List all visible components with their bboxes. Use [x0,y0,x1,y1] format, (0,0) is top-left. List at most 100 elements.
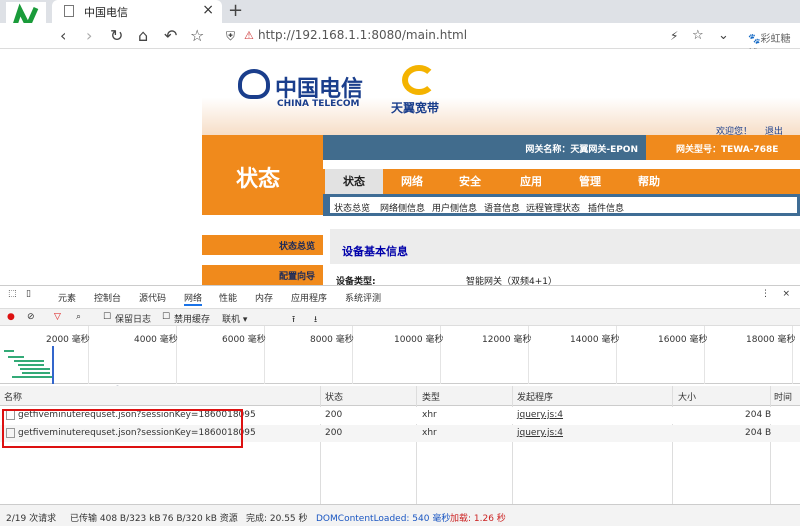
filter-icon[interactable]: ▽ [54,312,61,322]
devtools-panel: ⬚ ▯ 元素 控制台 源代码 网络 性能 内存 应用程序 系统评测 ⋮ × ● … [0,285,800,526]
tick-label: 18000 毫秒 [746,335,796,345]
device-type-value: 智能网关（双频4+1） [466,277,557,285]
header-initiator[interactable]: 发起程序 [517,390,553,403]
undo-icon[interactable]: ↶ [164,26,177,45]
tianyi-broadband: 天翼宽带 [391,101,440,115]
bookmark-star-icon[interactable]: ☆ [692,28,704,43]
tick-label: 8000 毫秒 [310,335,354,345]
back-icon[interactable]: ‹ [60,26,66,45]
header-time[interactable]: 时间 [774,390,792,403]
tick-label: 2000 毫秒 [46,335,90,345]
search-icon[interactable]: ⌕ [76,312,81,322]
tab-application[interactable]: 应用程序 [291,291,327,304]
reload-icon[interactable]: ↻ [110,26,123,45]
inspect-icon[interactable]: ⬚ [8,289,17,299]
record-icon[interactable]: ● [7,312,15,322]
preserve-log-checkbox[interactable]: ☐ [103,312,111,322]
status-title: 状态 [236,167,281,192]
device-icon[interactable]: ▯ [26,289,31,299]
forward-icon[interactable]: › [86,26,92,45]
request-count: 2/19 次请求 [6,514,57,524]
tick-label: 12000 毫秒 [482,335,532,345]
sub-voice-info[interactable]: 语音信息 [484,201,520,214]
content-title: 设备基本信息 [342,245,408,258]
tab-elements[interactable]: 元素 [58,291,76,304]
tab-title: 中国电信 [84,6,128,19]
request-table-header: 名称 状态 类型 发起程序 大小 时间 [0,386,800,406]
dom-content-loaded: DOMContentLoaded: 540 毫秒 [316,514,451,524]
header-size[interactable]: 大小 [678,390,696,403]
menu-help[interactable]: 帮助 [620,169,678,194]
throttle-value: 联机 [222,315,241,325]
sub-plugin-info[interactable]: 插件信息 [588,201,624,214]
browser-toolbar: ‹ › ↻ ⌂ ↶ ☆ ⛨ ⚠ http://192.168.1.1:8080/… [0,23,800,60]
tab-network[interactable]: 网络 [184,291,203,306]
header-type[interactable]: 类型 [422,390,440,403]
browser-tab[interactable]: 中国电信 × [52,0,222,23]
menu-security[interactable]: 安全 [441,169,499,194]
tab-sources[interactable]: 源代码 [139,291,166,304]
request-size: 204 B [745,428,772,438]
tab-memory[interactable]: 内存 [255,291,273,304]
request-status: 200 [325,428,343,438]
request-initiator[interactable]: jquery.js:4 [517,410,563,420]
preserve-log-label: 保留日志 [115,315,152,325]
request-type: xhr [422,428,437,438]
tab-audits[interactable]: 系统评测 [345,291,381,304]
home-icon[interactable]: ⌂ [138,26,148,45]
disable-cache-checkbox[interactable]: ☐ [162,312,170,322]
close-devtools-icon[interactable]: × [782,289,790,299]
throttle-select[interactable]: 联机 ▾ [222,312,247,325]
menu-manage[interactable]: 管理 [561,169,619,194]
china-telecom-en: CHINA TELECOM [277,99,360,109]
paw-icon: 🐾 [748,34,761,45]
new-tab-button[interactable]: + [228,0,243,21]
more-icon[interactable]: ⋮ [761,289,770,299]
left-menu-label: 配置向导 [278,272,315,282]
content-header: 设备基本信息 [330,229,800,264]
gateway-model-bar: 网关型号：TEWA-768E [646,135,800,160]
header-status[interactable]: 状态 [325,390,343,403]
sub-network-info[interactable]: 网络侧信息 [380,201,425,214]
header-name[interactable]: 名称 [4,390,22,403]
chevron-down-icon[interactable]: ⌄ [718,28,729,43]
page-icon [64,5,74,17]
waterfall-overview [4,346,54,384]
sub-menu: 状态总览 网络侧信息 用户侧信息 语音信息 远程管理状态 插件信息 [323,194,800,216]
star-icon[interactable]: ☆ [190,26,204,45]
request-initiator[interactable]: jquery.js:4 [517,428,563,438]
highlight-frame [2,409,243,448]
sub-remote-status[interactable]: 远程管理状态 [526,201,580,214]
network-toolbar: ● ⊘ ▽ ⌕ ☐ 保留日志 ☐ 禁用缓存 联机 ▾ ⭱ ⭳ [0,308,800,326]
menu-status[interactable]: 状态 [325,169,383,194]
request-size: 204 B [745,410,772,420]
china-telecom-logo-icon [238,69,270,99]
menu-apps[interactable]: 应用 [502,169,560,194]
tab-performance[interactable]: 性能 [219,291,237,304]
left-menu-wizard[interactable]: 配置向导 [202,265,323,285]
left-menu-overview[interactable]: 状态总览 [202,235,323,255]
disable-cache-label: 禁用缓存 [174,315,211,325]
tick-label: 16000 毫秒 [658,335,708,345]
url-host: http://192.168.1.1 [258,28,368,42]
tab-console[interactable]: 控制台 [94,291,121,304]
gateway-name: 网关名称：天翼网关-EPON [525,145,638,155]
device-type-label: 设备类型: [336,277,376,285]
web-page: 中国电信 CHINA TELECOM 天翼宽带 欢迎您！ 退出 状态 网关名称：… [0,49,800,285]
clear-icon[interactable]: ⊘ [27,312,35,322]
flash-icon[interactable]: ⚡ [670,29,678,43]
address-bar[interactable]: http://192.168.1.1:8080/main.html [258,28,467,42]
close-tab-icon[interactable]: × [202,2,214,18]
tick-label: 10000 毫秒 [394,335,444,345]
insecure-icon[interactable]: ⚠ [244,29,254,42]
menu-network[interactable]: 网络 [383,169,441,194]
url-path: :8080/main.html [367,28,468,42]
status-box: 状态 [202,135,323,215]
sub-user-info[interactable]: 用户侧信息 [432,201,477,214]
left-menu-label: 状态总览 [278,242,315,252]
shield-icon[interactable]: ⛨ [226,29,235,44]
request-type: xhr [422,410,437,420]
tick-label: 14000 毫秒 [570,335,620,345]
status-footer: 2/19 次请求 已传输 408 B/323 kB 76 B/320 kB 资源… [0,504,800,526]
sub-status-overview[interactable]: 状态总览 [334,201,370,214]
